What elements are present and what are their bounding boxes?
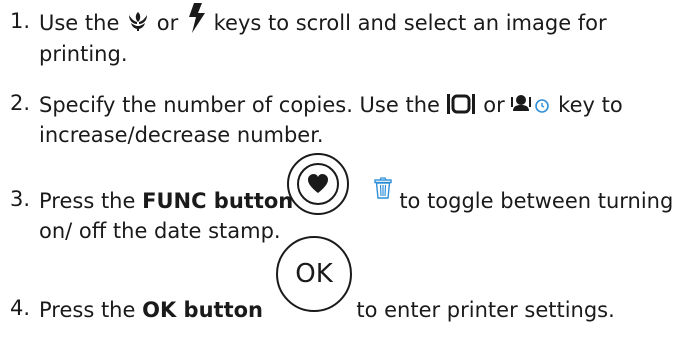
step-text-part: Press the <box>39 189 136 213</box>
func-button-icon <box>287 153 349 215</box>
step-1: 1. Use the or keys to scroll and select … <box>10 3 680 69</box>
step-text-part: keys to scroll and select an image for p… <box>39 11 607 66</box>
step-text-part: Use the <box>39 11 120 35</box>
step-text-part: or <box>156 11 179 35</box>
ok-button-icon: OK <box>276 236 352 312</box>
step-text-part: Specify the number of copies. Use the <box>39 93 440 117</box>
func-button-label: FUNC button <box>142 189 294 213</box>
step-2: 2. Specify the number of copies. Use the… <box>10 90 680 150</box>
heart-icon <box>297 163 339 205</box>
macro-flower-icon <box>126 9 150 33</box>
trash-icon <box>373 177 393 199</box>
step-number: 3. <box>10 187 31 211</box>
step-text: Use the or keys to scroll and select an … <box>39 3 680 69</box>
display-toggle-icon <box>446 94 477 114</box>
step-number: 2. <box>10 91 31 115</box>
step-text-part: to toggle between turning on/ off the da… <box>39 189 674 243</box>
step-text: Specify the number of copies. Use the or… <box>39 90 680 150</box>
ok-button-text: OK <box>295 259 333 289</box>
step-text: Press the OK button to enter printer set… <box>39 295 680 325</box>
step-text: Press the FUNC button to toggle between … <box>39 177 680 246</box>
step-number: 1. <box>10 9 31 33</box>
step-text-part: to enter printer settings. <box>356 298 615 322</box>
flash-bolt-icon <box>185 3 207 33</box>
step-text-part: Press the <box>39 298 136 322</box>
step-number: 4. <box>10 296 31 320</box>
self-timer-portrait-icon <box>511 94 551 114</box>
ok-button-label: OK button <box>142 298 263 322</box>
step-text-part: or <box>483 93 505 117</box>
